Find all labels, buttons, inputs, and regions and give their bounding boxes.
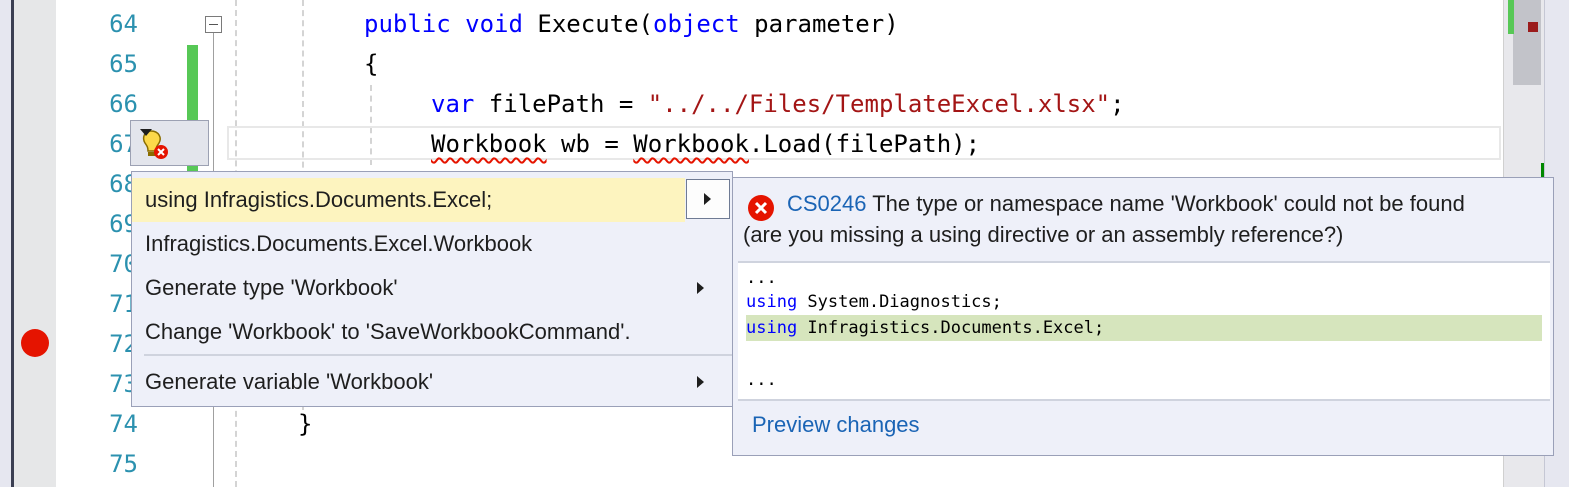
line-number: 66 <box>109 90 138 118</box>
code-line-74[interactable]: } <box>298 404 312 444</box>
preview-added-line: using Infragistics.Documents.Excel; <box>746 315 1542 341</box>
keyword: public <box>364 10 451 38</box>
line-number: 73 <box>109 370 138 398</box>
string-literal: "../../Files/TemplateExcel.xlsx" <box>647 90 1111 118</box>
change-bar <box>187 45 198 123</box>
breakpoint-icon[interactable] <box>21 329 49 357</box>
menu-item-generate-type[interactable]: Generate type 'Workbook' <box>132 266 732 310</box>
scrollbar-thumb[interactable] <box>1513 0 1541 85</box>
menu-item-generate-variable[interactable]: Generate variable 'Workbook' <box>132 360 732 404</box>
chevron-down-icon <box>140 129 152 136</box>
line-number: 72 <box>109 330 138 358</box>
code-ellipsis: ... <box>746 370 777 390</box>
code-text: Load(filePath); <box>763 130 981 158</box>
submenu-arrow-icon <box>697 376 704 388</box>
code-line-64[interactable]: public void Execute(object parameter) <box>364 4 899 44</box>
preview-panel: CS0246 The type or namespace name 'Workb… <box>732 177 1554 456</box>
preview-code-line: using System.Diagnostics; <box>746 289 1002 315</box>
code-text: parameter) <box>739 10 899 38</box>
menu-item-label: Generate type 'Workbook' <box>145 275 398 300</box>
error-code-link[interactable]: CS0246 <box>787 191 867 216</box>
keyword: using <box>746 318 798 338</box>
code-text: ; <box>1110 90 1125 118</box>
menu-item-change-name[interactable]: Change 'Workbook' to 'SaveWorkbookComman… <box>132 310 732 354</box>
keyword: object <box>653 10 740 38</box>
keyword: var <box>431 90 475 118</box>
error-marker[interactable] <box>1528 22 1538 32</box>
keyword: void <box>465 10 523 38</box>
change-marker <box>1508 0 1514 34</box>
code-text: filePath = <box>474 90 648 118</box>
code-preview: ... using System.Diagnostics; using Infr… <box>738 261 1550 401</box>
line-number: 68 <box>109 170 138 198</box>
line-number: 67 <box>109 130 138 158</box>
breakpoint-margin[interactable] <box>14 0 56 487</box>
collapse-icon[interactable] <box>205 16 222 33</box>
line-number: 70 <box>109 250 138 278</box>
keyword: using <box>746 292 798 312</box>
error-text: (are you missing a using directive or an… <box>743 222 1344 247</box>
line-number: 74 <box>109 410 138 438</box>
code-ellipsis: ... <box>746 268 777 288</box>
error-squiggle[interactable]: Workbook <box>431 130 547 158</box>
submenu-expand-button[interactable] <box>686 179 730 219</box>
line-number: 69 <box>109 210 138 238</box>
menu-item-label: Infragistics.Documents.Excel.Workbook <box>145 231 533 256</box>
code-text: System.Diagnostics; <box>797 292 1002 312</box>
code-text: . <box>748 130 764 158</box>
menu-item-add-using[interactable]: using Infragistics.Documents.Excel; <box>132 178 685 222</box>
line-number: 71 <box>109 290 138 318</box>
code-text: Execute( <box>522 10 653 38</box>
code-line-66[interactable]: var filePath = "../../Files/TemplateExce… <box>431 84 1125 124</box>
menu-item-label: Generate variable 'Workbook' <box>145 369 434 394</box>
error-squiggle[interactable]: Workbook <box>633 130 749 158</box>
line-number: 64 <box>109 10 138 38</box>
preview-changes-link[interactable]: Preview changes <box>752 412 920 438</box>
error-text: The type or namespace name 'Workbook' co… <box>872 191 1465 216</box>
code-line-67[interactable]: Workbook wb = Workbook.Load(filePath); <box>431 124 980 164</box>
line-number: 65 <box>109 50 138 78</box>
code-line-65[interactable]: { <box>364 44 378 84</box>
error-message: CS0246 The type or namespace name 'Workb… <box>743 188 1543 250</box>
code-text: Infragistics.Documents.Excel; <box>797 318 1105 338</box>
menu-item-fully-qualify[interactable]: Infragistics.Documents.Excel.Workbook <box>132 222 732 266</box>
quick-actions-button[interactable] <box>130 120 209 166</box>
quick-actions-menu: using Infragistics.Documents.Excel; Infr… <box>131 171 733 407</box>
line-number: 75 <box>109 450 138 478</box>
menu-item-label: using Infragistics.Documents.Excel; <box>145 187 493 212</box>
code-text: wb = <box>546 130 634 158</box>
menu-separator <box>144 354 732 356</box>
menu-item-label: Change 'Workbook' to 'SaveWorkbookComman… <box>145 319 631 344</box>
submenu-arrow-icon <box>697 282 704 294</box>
